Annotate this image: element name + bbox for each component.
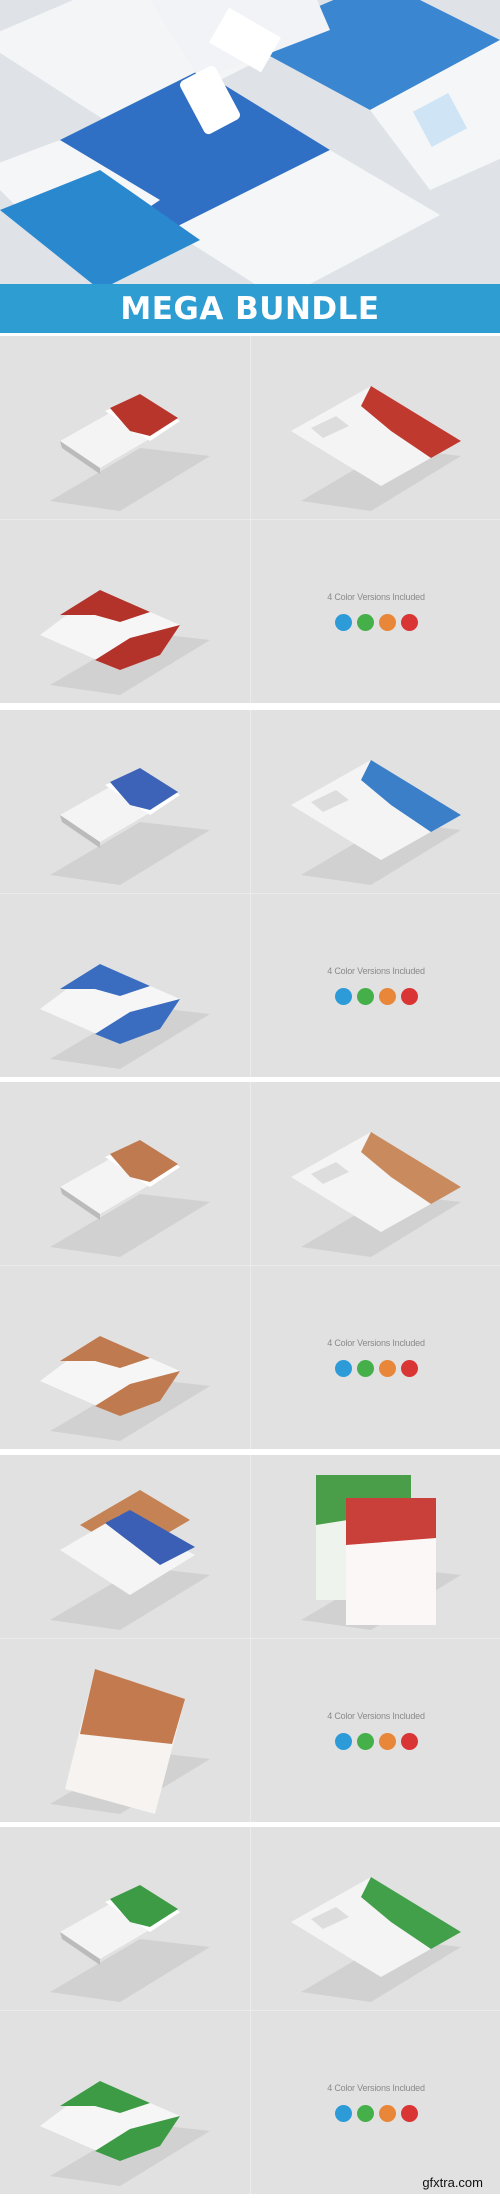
color-swatch-3 — [378, 1360, 396, 1377]
color-versions-cell: 4 Color Versions Included — [251, 1639, 500, 1822]
mockup-bifold-open — [251, 336, 500, 519]
color-swatch-2 — [356, 1733, 374, 1750]
bundle-section-2: 4 Color Versions Included — [0, 710, 500, 1077]
color-versions-label: 4 Color Versions Included — [327, 966, 425, 976]
mockup-trifold-closed — [0, 1827, 250, 2010]
mockup-illustration — [291, 1132, 461, 1257]
bundle-section-3: 4 Color Versions Included — [0, 1082, 500, 1449]
watermark: gfxtra.com — [422, 2175, 483, 2190]
hero-brochures-illustration — [0, 0, 500, 284]
color-swatch-3 — [378, 1733, 396, 1750]
flyer-front-color — [346, 1498, 436, 1545]
mockup-trifold-inside — [0, 2011, 250, 2194]
mockup-illustration — [50, 1140, 210, 1257]
color-swatch-1 — [334, 614, 352, 631]
color-swatch-2 — [356, 1360, 374, 1377]
color-versions-label: 4 Color Versions Included — [327, 2083, 425, 2093]
mockup-shadow — [50, 1194, 210, 1257]
mockup-shadow — [50, 1939, 210, 2002]
mockup-illustration — [291, 760, 461, 885]
color-swatch-2 — [356, 614, 374, 631]
color-swatch-1 — [334, 2105, 352, 2122]
color-swatch-2 — [356, 988, 374, 1005]
mockup-illustration — [40, 2081, 210, 2186]
color-versions-label: 4 Color Versions Included — [327, 592, 425, 602]
mockup-illustration — [291, 386, 461, 511]
color-swatch-3 — [378, 2105, 396, 2122]
color-versions-cell: 4 Color Versions Included — [251, 520, 500, 703]
mockup-shadow — [50, 822, 210, 885]
mockup-illustration — [50, 394, 210, 511]
mockup-trifold-open — [251, 1082, 500, 1265]
mockup-flyer-stack — [0, 1455, 250, 1638]
color-swatch-4 — [400, 614, 418, 631]
mockup-bifold-closed — [0, 336, 250, 519]
mockup-illustration — [40, 1336, 210, 1441]
mockup-trifold-closed — [0, 710, 250, 893]
bundle-section-5: 4 Color Versions Included — [0, 1827, 500, 2194]
color-versions-cell: 4 Color Versions Included — [251, 2011, 500, 2194]
color-versions-cell: 4 Color Versions Included — [251, 1266, 500, 1449]
color-versions-label: 4 Color Versions Included — [327, 1711, 425, 1721]
mockup-illustration — [40, 590, 210, 695]
color-swatch-1 — [334, 1360, 352, 1377]
mockup-illustration — [50, 1885, 210, 2002]
color-versions-cell: 4 Color Versions Included — [251, 894, 500, 1077]
color-versions-label: 4 Color Versions Included — [327, 1338, 425, 1348]
mockup-trifold-closed — [0, 1082, 250, 1265]
mockup-shadow — [50, 448, 210, 511]
color-swatch-4 — [400, 988, 418, 1005]
color-swatch-1 — [334, 1733, 352, 1750]
color-swatch-4 — [400, 1733, 418, 1750]
mockup-trifold-inside — [0, 1266, 250, 1449]
mockup-illustration — [291, 1877, 461, 2002]
bundle-section-4: 4 Color Versions Included — [0, 1455, 500, 1822]
bundle-section-1: 4 Color Versions Included — [0, 336, 500, 703]
mockup-flyer-float — [0, 1639, 250, 1822]
hero-mockup-image — [0, 0, 500, 284]
mockup-trifold-open — [251, 1827, 500, 2010]
mockup-flyer-pair — [251, 1455, 500, 1638]
mockup-illustration — [40, 964, 210, 1069]
mockup-illustration — [50, 768, 210, 885]
flyer-color-panel — [80, 1669, 185, 1744]
color-swatch-3 — [378, 988, 396, 1005]
mockup-illustration — [50, 1490, 210, 1630]
color-swatch-1 — [334, 988, 352, 1005]
color-swatch-2 — [356, 2105, 374, 2122]
mockup-illustration — [50, 1669, 210, 1814]
color-swatch-3 — [378, 614, 396, 631]
mockup-illustration — [301, 1475, 461, 1630]
color-swatch-4 — [400, 1360, 418, 1377]
banner-title: MEGA BUNDLE — [120, 290, 380, 327]
mockup-trifold-inside — [0, 894, 250, 1077]
mega-bundle-banner: MEGA BUNDLE — [0, 284, 500, 333]
mockup-bifold-inside — [0, 520, 250, 703]
color-swatch-4 — [400, 2105, 418, 2122]
mockup-trifold-open — [251, 710, 500, 893]
